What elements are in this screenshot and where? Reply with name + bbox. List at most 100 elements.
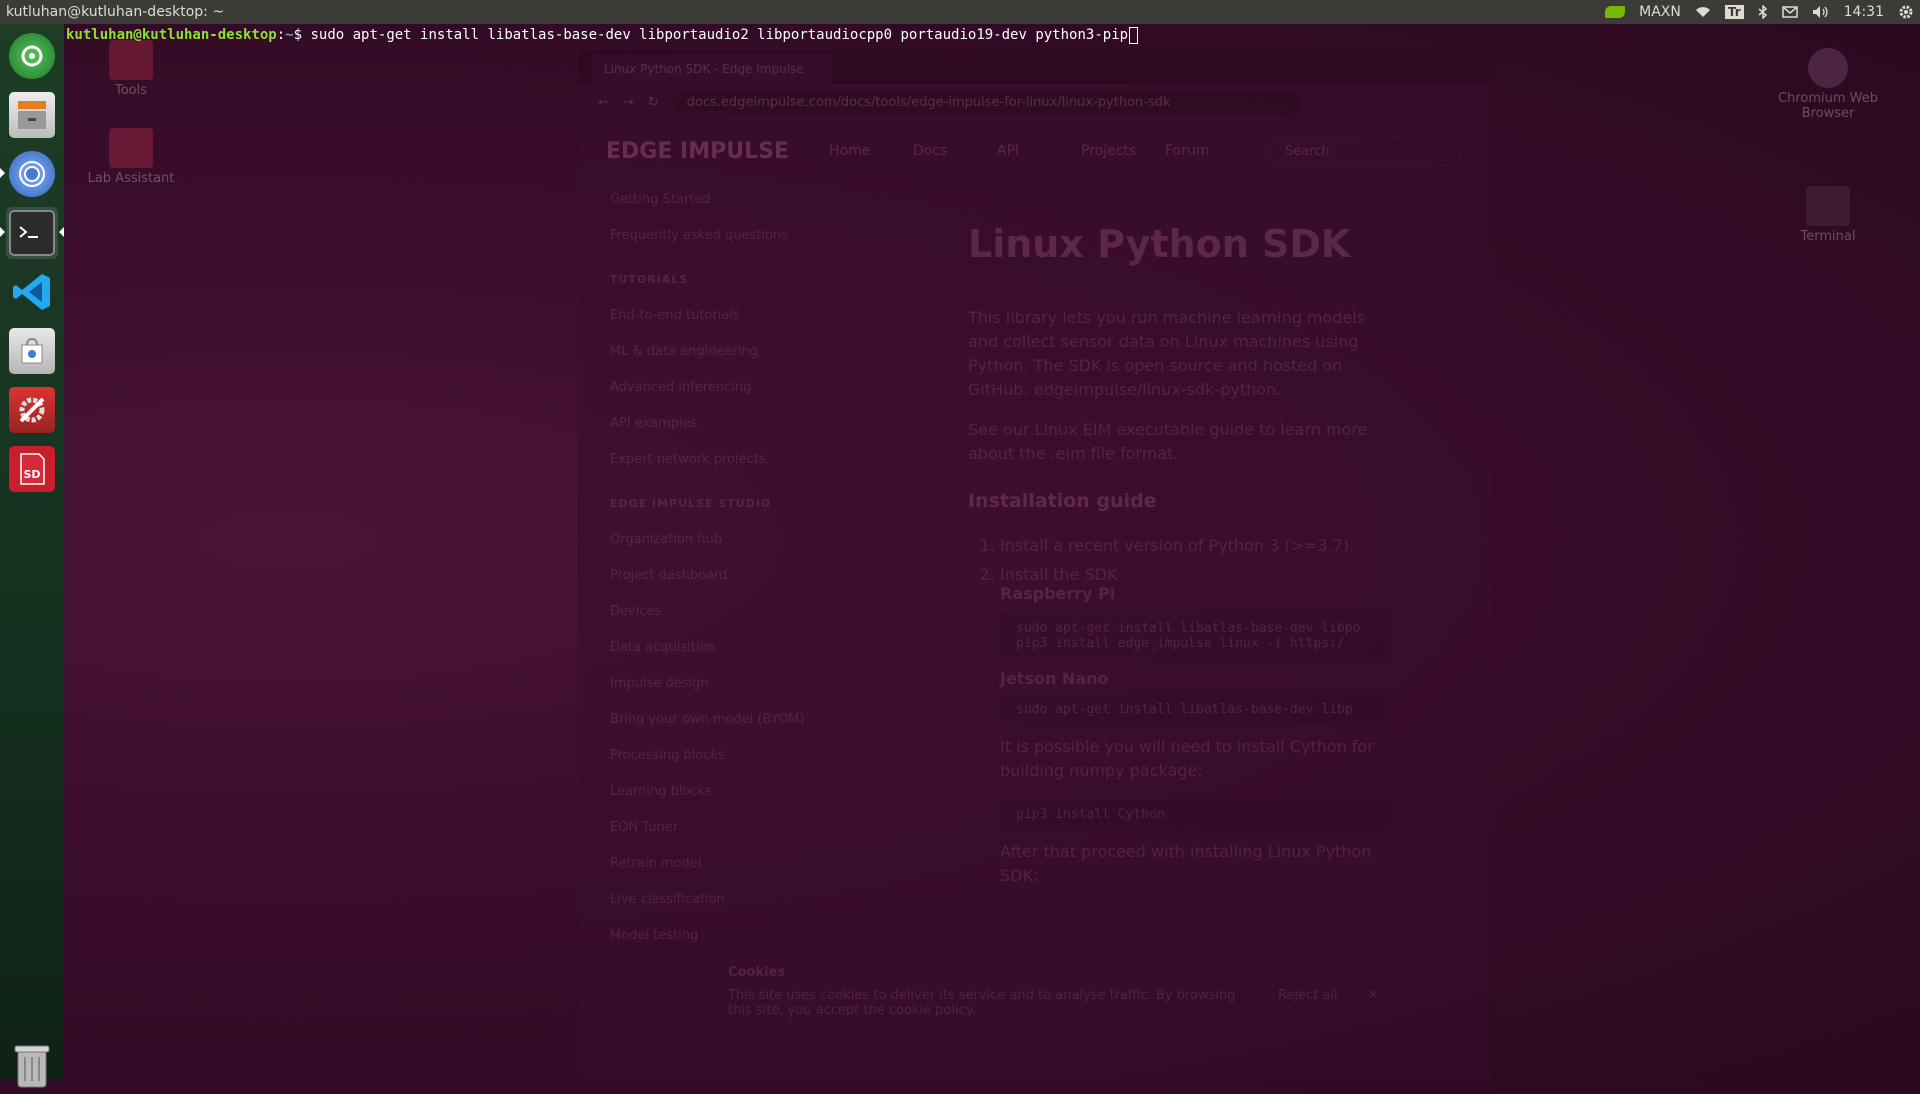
back-arrow-icon[interactable]: ←	[598, 95, 609, 110]
settings-gear-icon[interactable]	[1898, 4, 1914, 20]
sidebar-item[interactable]: Devices	[610, 594, 838, 630]
reload-icon[interactable]: ↻	[648, 95, 659, 110]
sidebar-item[interactable]: Project dashboard	[610, 558, 838, 594]
section-title: Installation guide	[968, 490, 1157, 512]
launcher-item-terminal[interactable]	[0, 207, 64, 259]
terminal-cwd: ~	[285, 27, 294, 43]
sidebar-item[interactable]: ML & data engineering	[610, 334, 838, 370]
docs-sidebar: Getting Started Frequently asked questio…	[578, 182, 838, 954]
keyboard-layout-icon[interactable]: Tr	[1724, 5, 1744, 19]
sidebar-item[interactable]: Expert network projects	[610, 442, 838, 478]
clock[interactable]: 14:31	[1844, 4, 1884, 20]
sidebar-item[interactable]: Processing blocks	[610, 738, 838, 774]
code-block[interactable]: pip3 install Cython	[1000, 799, 1390, 830]
launcher-item-sd-card[interactable]: SD	[6, 443, 58, 495]
sd-card-icon: SD	[9, 446, 55, 492]
nav-projects[interactable]: Projects	[1081, 139, 1136, 163]
folder-icon	[109, 128, 153, 168]
launcher-item-software-center[interactable]	[6, 325, 58, 377]
launcher-item-system-settings[interactable]	[6, 384, 58, 436]
svg-text:SD: SD	[23, 468, 40, 481]
sidebar-item[interactable]: Retrain model	[610, 846, 838, 882]
cookie-reject-button[interactable]: Reject all	[1278, 988, 1338, 1018]
sidebar-item[interactable]: EON Tuner	[610, 810, 838, 846]
sidebar-item[interactable]: Organization hub	[610, 522, 838, 558]
terminal-command: sudo apt-get install libatlas-base-dev l…	[302, 27, 1129, 43]
site-header: EDGE IMPULSE Home Docs API Projects Foru…	[578, 120, 1490, 182]
sidebar-item[interactable]: Learning blocks	[610, 774, 838, 810]
chromium-icon	[1808, 48, 1848, 88]
nav-forum[interactable]: Forum	[1165, 139, 1209, 163]
sidebar-item[interactable]: Advanced inferencing	[610, 370, 838, 406]
page-title: Linux Python SDK	[968, 222, 1351, 266]
launcher-item-updater[interactable]	[6, 30, 58, 82]
launcher-item-chromium[interactable]	[0, 148, 58, 200]
desktop-icon-label: Tools	[114, 83, 148, 98]
sidebar-heading: TUTORIALS	[610, 273, 689, 286]
intro-paragraph: This library lets you run machine learni…	[968, 308, 1366, 399]
nav-docs[interactable]: Docs	[913, 139, 957, 163]
launcher-item-files[interactable]	[6, 89, 58, 141]
sidebar-item[interactable]: Bring your own model (BYOM)	[610, 702, 838, 738]
nvidia-icon[interactable]	[1605, 6, 1626, 18]
sidebar-item[interactable]: Model testing	[610, 918, 838, 954]
install-step: Install a recent version of Python 3 (>=…	[1000, 536, 1390, 555]
running-indicator	[0, 227, 5, 237]
platform-label: Raspberry Pi	[1000, 584, 1116, 603]
sidebar-item[interactable]: Data acquisition	[610, 630, 838, 666]
install-steps: Install a recent version of Python 3 (>=…	[968, 536, 1390, 603]
forward-arrow-icon[interactable]: →	[623, 95, 634, 110]
desktop-icon-chromium[interactable]: Chromium Web Browser	[1773, 48, 1883, 121]
browser-tab[interactable]: Linux Python SDK - Edge Impulse	[592, 54, 832, 84]
launcher-item-trash[interactable]	[6, 1042, 58, 1094]
sidebar-item[interactable]: Impulse design	[610, 666, 838, 702]
running-indicator	[0, 168, 5, 178]
folder-icon	[109, 40, 153, 80]
tools-icon	[9, 387, 55, 433]
site-search-input[interactable]: Search	[1268, 136, 1462, 166]
terminal-icon	[9, 210, 55, 256]
shopping-bag-icon	[9, 328, 55, 374]
terminal-icon	[1806, 186, 1850, 226]
focused-indicator	[59, 227, 64, 237]
bluetooth-icon[interactable]	[1758, 5, 1768, 19]
wifi-icon[interactable]	[1695, 6, 1711, 18]
edge-impulse-logo[interactable]: EDGE IMPULSE	[606, 139, 789, 164]
sidebar-item[interactable]: End-to-end tutorials	[610, 298, 838, 334]
terminal-separator: :	[276, 27, 286, 43]
terminal-command-line[interactable]: kutluhan@kutluhan-desktop:~$ sudo apt-ge…	[66, 25, 1139, 45]
nav-home[interactable]: Home	[829, 139, 873, 163]
sidebar-item[interactable]: Frequently asked questions	[610, 218, 838, 254]
terminal-prompt-symbol: $	[293, 27, 303, 43]
mail-icon[interactable]	[1781, 6, 1798, 18]
close-icon[interactable]: ✕	[1368, 988, 1379, 1018]
address-bar[interactable]: docs.edgeimpulse.com/docs/tools/edge-imp…	[672, 90, 1301, 114]
intro-paragraph: See our Linux EIM executable guide to le…	[968, 420, 1368, 463]
sidebar-item[interactable]: API examples	[610, 406, 838, 442]
sidebar-heading: EDGE IMPULSE STUDIO	[610, 497, 772, 510]
launcher-item-vscode[interactable]	[6, 266, 58, 318]
browser-toolbar: ← → ↻ docs.edgeimpulse.com/docs/tools/ed…	[578, 84, 1490, 120]
chromium-icon	[9, 151, 55, 197]
nav-api[interactable]: API	[997, 139, 1041, 163]
power-mode-label[interactable]: MAXN	[1639, 4, 1681, 20]
background-browser-window: Linux Python SDK - Edge Impulse ← → ↻ do…	[578, 50, 1490, 1080]
code-block[interactable]: sudo apt-get install libatlas-base-dev l…	[1000, 613, 1390, 659]
code-block[interactable]: sudo apt-get install libatlas-base-dev l…	[1000, 694, 1390, 725]
desktop-icon-terminal[interactable]: Terminal	[1773, 186, 1883, 244]
desktop-icon-label: Terminal	[1800, 229, 1856, 244]
sidebar-item[interactable]: Getting Started	[610, 182, 838, 218]
docs-content: Linux Python SDK This library lets you r…	[838, 182, 1490, 954]
desktop-icon-tools[interactable]: Tools	[76, 40, 186, 98]
cookie-banner: Cookies This site uses cookies to delive…	[728, 965, 1448, 1018]
note-paragraph: After that proceed with installing Linux…	[1000, 842, 1372, 885]
trash-icon	[12, 1043, 52, 1093]
updater-icon	[9, 33, 55, 79]
volume-icon[interactable]	[1812, 5, 1830, 19]
cookie-title: Cookies	[728, 965, 786, 980]
install-step: Install the SDK Raspberry Pi	[1000, 565, 1390, 603]
desktop-icon-lab-assistant[interactable]: Lab Assistant	[76, 128, 186, 186]
sidebar-item[interactable]: Live classification	[610, 882, 838, 918]
top-panel: kutluhan@kutluhan-desktop: ~ MAXN Tr 14:…	[0, 0, 1920, 24]
system-tray: MAXN Tr 14:31	[1605, 4, 1914, 20]
